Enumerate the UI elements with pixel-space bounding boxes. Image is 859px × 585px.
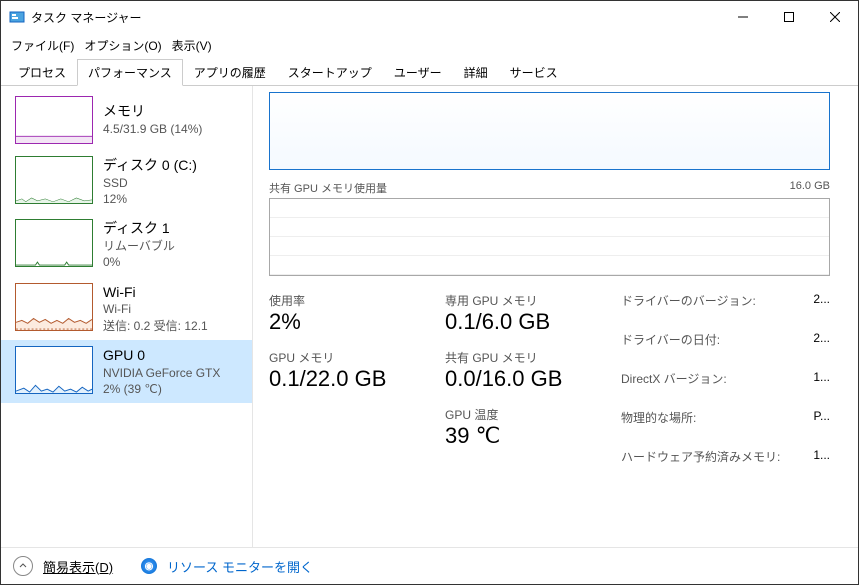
- tab-startup[interactable]: スタートアップ: [277, 59, 383, 86]
- tab-app-history[interactable]: アプリの履歴: [183, 59, 277, 86]
- thumb-wifi: [15, 283, 93, 331]
- sidebar-item-sub2: 2% (39 ℃): [103, 381, 220, 397]
- spec-row: ハードウェア予約済みメモリ: 1...: [621, 448, 830, 465]
- app-icon: [9, 9, 25, 25]
- sidebar-item-title: GPU 0: [103, 346, 220, 365]
- resource-monitor-icon: ◉: [141, 558, 157, 574]
- chart-dedicated: [269, 92, 830, 170]
- stat-label: 使用率: [269, 292, 419, 309]
- chart-shared: [269, 198, 830, 276]
- menu-file[interactable]: ファイル(F): [7, 35, 78, 56]
- stat-col-2: 専用 GPU メモリ 0.1/6.0 GB 共有 GPU メモリ 0.0/16.…: [445, 292, 595, 473]
- titlebar: タスク マネージャー: [1, 1, 858, 33]
- chart-label-row: 共有 GPU メモリ使用量 16.0 GB: [269, 180, 830, 196]
- menu-options[interactable]: オプション(O): [80, 35, 165, 56]
- stat-col-specs: ドライバーのバージョン: 2... ドライバーの日付: 2... DirectX バ…: [621, 292, 830, 473]
- sidebar-item-sub: 4.5/31.9 GB (14%): [103, 121, 202, 137]
- stat-col-1: 使用率 2% GPU メモリ 0.1/22.0 GB: [269, 292, 419, 473]
- tab-processes[interactable]: プロセス: [7, 59, 77, 86]
- chart-max: 16.0 GB: [790, 180, 830, 196]
- menubar: ファイル(F) オプション(O) 表示(V): [1, 33, 858, 58]
- spec-row: ドライバーの日付: 2...: [621, 331, 830, 348]
- thumb-memory: [15, 96, 93, 144]
- sidebar-item-sub: リムーバブル: [103, 238, 175, 254]
- stats: 使用率 2% GPU メモリ 0.1/22.0 GB 専用 GPU メモリ 0.…: [269, 292, 830, 473]
- sidebar-item-text: メモリ 4.5/31.9 GB (14%): [103, 96, 202, 144]
- menu-view[interactable]: 表示(V): [168, 35, 216, 56]
- tabs: プロセス パフォーマンス アプリの履歴 スタートアップ ユーザー 詳細 サービス: [1, 58, 858, 86]
- thumb-gpu0: [15, 346, 93, 394]
- sidebar-item-title: ディスク 0 (C:): [103, 156, 197, 175]
- sidebar: メモリ 4.5/31.9 GB (14%) ディスク 0 (C:) SSD 12…: [1, 86, 253, 547]
- spec-row: 物理的な場所: P...: [621, 409, 830, 426]
- collapse-button[interactable]: [13, 556, 33, 576]
- spec-value: 2...: [813, 331, 830, 348]
- chart-label: 共有 GPU メモリ使用量: [269, 180, 387, 196]
- sidebar-item-sub: NVIDIA GeForce GTX: [103, 365, 220, 381]
- sidebar-item-text: Wi-Fi Wi-Fi 送信: 0.2 受信: 12.1: [103, 283, 208, 334]
- stat-label: GPU メモリ: [269, 349, 419, 366]
- sidebar-item-sub2: 12%: [103, 191, 197, 207]
- sidebar-item-sub2: 0%: [103, 254, 175, 270]
- stat-value: 0.1/22.0 GB: [269, 366, 419, 392]
- simple-view-link[interactable]: 簡易表示(D): [43, 557, 113, 576]
- sidebar-item-sub2: 送信: 0.2 受信: 12.1: [103, 318, 208, 334]
- spec-value: 1...: [813, 448, 830, 465]
- content: メモリ 4.5/31.9 GB (14%) ディスク 0 (C:) SSD 12…: [1, 86, 858, 547]
- stat-label: 専用 GPU メモリ: [445, 292, 595, 309]
- maximize-button[interactable]: [766, 1, 812, 33]
- stat-block: 専用 GPU メモリ 0.1/6.0 GB: [445, 292, 595, 335]
- stat-value: 2%: [269, 309, 419, 335]
- main-panel: 共有 GPU メモリ使用量 16.0 GB 使用率 2% GPU メモリ 0.1…: [253, 86, 858, 547]
- sidebar-item-sub: Wi-Fi: [103, 301, 208, 317]
- stat-label: 共有 GPU メモリ: [445, 349, 595, 366]
- spec-label: ドライバーの日付:: [621, 331, 720, 348]
- footer: 簡易表示(D) ◉ リソース モニターを開く: [1, 547, 858, 584]
- resource-monitor-link[interactable]: リソース モニターを開く: [167, 557, 313, 576]
- sidebar-item-wifi[interactable]: Wi-Fi Wi-Fi 送信: 0.2 受信: 12.1: [1, 277, 252, 340]
- spec-row: ドライバーのバージョン: 2...: [621, 292, 830, 309]
- sidebar-item-text: ディスク 0 (C:) SSD 12%: [103, 156, 197, 207]
- stat-value: 0.0/16.0 GB: [445, 366, 595, 392]
- spec-row: DirectX バージョン: 1...: [621, 370, 830, 387]
- stat-block: GPU メモリ 0.1/22.0 GB: [269, 349, 419, 392]
- stat-block: GPU 温度 39 ℃: [445, 406, 595, 449]
- sidebar-item-sub: SSD: [103, 175, 197, 191]
- spec-label: DirectX バージョン:: [621, 370, 727, 387]
- spec-value: 1...: [813, 370, 830, 387]
- sidebar-item-title: ディスク 1: [103, 219, 175, 238]
- thumb-disk0: [15, 156, 93, 204]
- sidebar-item-disk1[interactable]: ディスク 1 リムーバブル 0%: [1, 213, 252, 276]
- stat-block: 使用率 2%: [269, 292, 419, 335]
- tab-services[interactable]: サービス: [499, 59, 569, 86]
- spec-label: ハードウェア予約済みメモリ:: [621, 448, 780, 465]
- thumb-disk1: [15, 219, 93, 267]
- stat-block: 共有 GPU メモリ 0.0/16.0 GB: [445, 349, 595, 392]
- sidebar-item-text: GPU 0 NVIDIA GeForce GTX 2% (39 ℃): [103, 346, 220, 397]
- tab-users[interactable]: ユーザー: [383, 59, 453, 86]
- sidebar-item-title: メモリ: [103, 102, 202, 121]
- stat-label: GPU 温度: [445, 406, 595, 423]
- window-controls: [720, 1, 858, 33]
- sidebar-item-disk0[interactable]: ディスク 0 (C:) SSD 12%: [1, 150, 252, 213]
- tab-performance[interactable]: パフォーマンス: [77, 59, 183, 86]
- sidebar-item-text: ディスク 1 リムーバブル 0%: [103, 219, 175, 270]
- tab-details[interactable]: 詳細: [453, 59, 499, 86]
- sidebar-item-memory[interactable]: メモリ 4.5/31.9 GB (14%): [1, 90, 252, 150]
- stat-value: 0.1/6.0 GB: [445, 309, 595, 335]
- minimize-button[interactable]: [720, 1, 766, 33]
- stat-value: 39 ℃: [445, 423, 595, 449]
- sidebar-item-gpu0[interactable]: GPU 0 NVIDIA GeForce GTX 2% (39 ℃): [1, 340, 252, 403]
- spec-value: P...: [814, 409, 830, 426]
- spec-label: 物理的な場所:: [621, 409, 696, 426]
- spec-label: ドライバーのバージョン:: [621, 292, 756, 309]
- close-button[interactable]: [812, 1, 858, 33]
- spec-value: 2...: [813, 292, 830, 309]
- window-title: タスク マネージャー: [31, 9, 720, 26]
- sidebar-item-title: Wi-Fi: [103, 283, 208, 302]
